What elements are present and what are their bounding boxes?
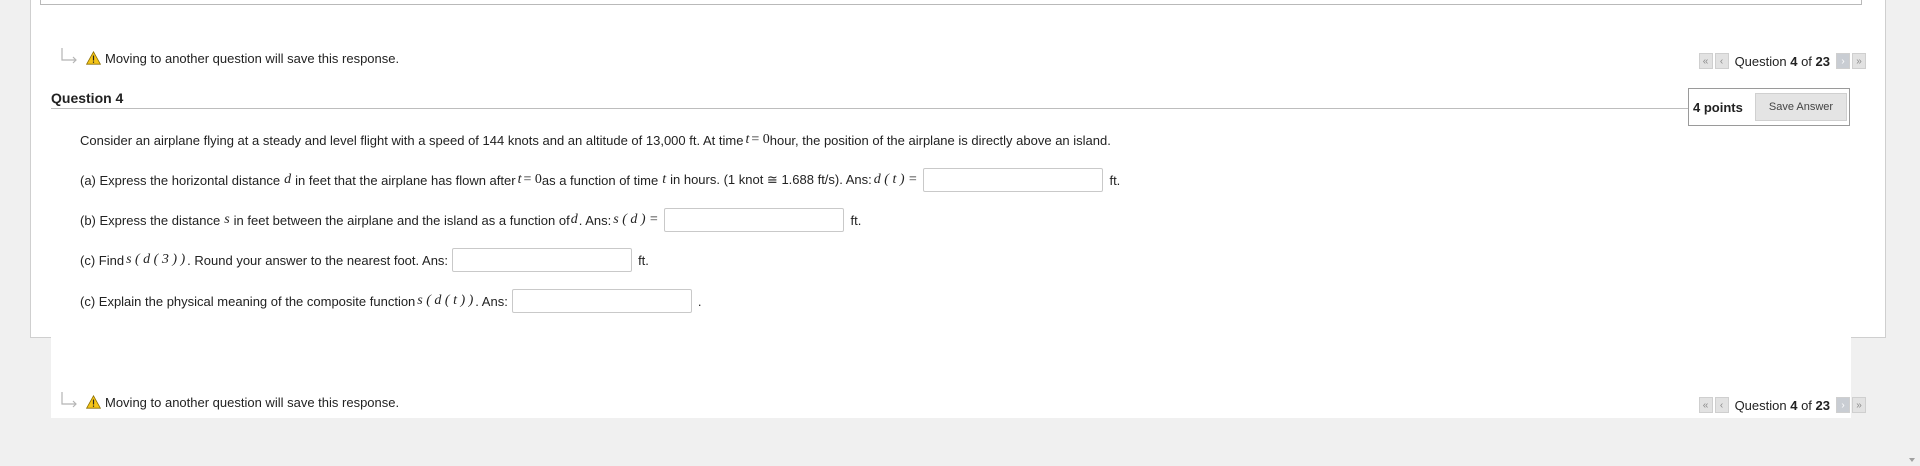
previous-question-button[interactable]: ‹ <box>1714 53 1729 69</box>
answer-b-input[interactable] <box>664 208 845 232</box>
points-box: 4 points Save Answer <box>1688 88 1850 126</box>
previous-question-box <box>40 0 1862 5</box>
points-label: 4 points <box>1693 99 1743 115</box>
question-title: Question 4 <box>51 90 124 106</box>
first-question-button[interactable]: « <box>1698 53 1713 69</box>
next-question-button[interactable]: › <box>1836 397 1850 413</box>
part-c-meaning: (c) Explain the physical meaning of the … <box>80 289 701 313</box>
part-a: (a) Express the horizontal distance d in… <box>80 168 1120 192</box>
return-arrow-icon <box>58 46 82 70</box>
notice-text: Moving to another question will save thi… <box>105 394 400 410</box>
question-nav-bottom: « ‹ Question 4 of 23 › » <box>1698 396 1868 414</box>
question-nav-top: « ‹ Question 4 of 23 › » <box>1698 52 1868 70</box>
save-notice-top: Moving to another question will save thi… <box>58 46 399 70</box>
last-question-button[interactable]: » <box>1852 397 1866 413</box>
question-intro: Consider an airplane flying at a steady … <box>80 132 1111 148</box>
save-answer-button[interactable]: Save Answer <box>1755 93 1847 121</box>
question-counter: Question 4 of 23 <box>1734 53 1830 69</box>
first-question-button[interactable]: « <box>1698 397 1713 413</box>
notice-text: Moving to another question will save thi… <box>105 50 400 66</box>
warning-icon <box>85 50 102 65</box>
question-counter: Question 4 of 23 <box>1734 397 1830 413</box>
question-divider <box>51 108 1691 109</box>
answer-a-input[interactable] <box>923 168 1104 192</box>
previous-question-button[interactable]: ‹ <box>1714 397 1729 413</box>
answer-c-input[interactable] <box>452 248 633 272</box>
last-question-button[interactable]: » <box>1852 53 1866 69</box>
part-b: (b) Express the distance s in feet betwe… <box>80 208 861 232</box>
next-question-button[interactable]: › <box>1836 53 1850 69</box>
warning-icon <box>85 394 102 409</box>
answer-c-meaning-input[interactable] <box>511 289 692 313</box>
part-c: (c) Find s ( d ( 3 ) ) . Round your answ… <box>80 248 649 272</box>
scroll-down-icon[interactable] <box>1908 456 1916 464</box>
return-arrow-icon <box>58 390 82 414</box>
save-notice-bottom: Moving to another question will save thi… <box>58 390 399 414</box>
